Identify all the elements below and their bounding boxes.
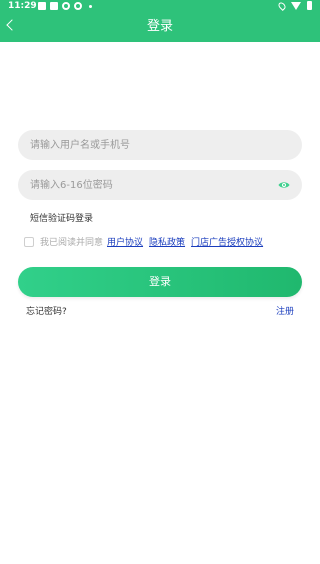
sms-login-link[interactable]: 短信验证码登录 bbox=[30, 211, 93, 224]
username-field[interactable] bbox=[18, 130, 302, 160]
ad-authorization-link[interactable]: 门店广告授权协议 bbox=[191, 235, 263, 248]
battery-icon bbox=[307, 1, 312, 10]
username-input[interactable] bbox=[30, 130, 260, 160]
privacy-policy-link[interactable]: 隐私政策 bbox=[149, 235, 185, 248]
wifi-icon bbox=[291, 1, 301, 10]
password-input[interactable] bbox=[30, 170, 260, 200]
eye-icon[interactable] bbox=[278, 179, 290, 191]
agreement-prefix: 我已阅读并同意 bbox=[40, 238, 104, 248]
register-link[interactable]: 注册 bbox=[276, 304, 294, 317]
status-notification-icons bbox=[38, 2, 92, 10]
dot-icon bbox=[89, 4, 92, 8]
status-system-icons bbox=[277, 0, 312, 11]
page-title: 登录 bbox=[146, 19, 173, 34]
password-field[interactable] bbox=[18, 170, 302, 200]
notification-icon bbox=[50, 2, 58, 10]
agree-checkbox[interactable] bbox=[24, 236, 34, 247]
gear-icon bbox=[74, 2, 82, 10]
user-agreement-link[interactable]: 用户协议 bbox=[107, 235, 143, 248]
location-icon bbox=[277, 0, 287, 11]
status-bar: 11:29 bbox=[0, 0, 320, 12]
login-button[interactable]: 登录 bbox=[18, 267, 302, 297]
forgot-password-link[interactable]: 忘记密码? bbox=[26, 304, 67, 317]
gear-icon bbox=[62, 2, 70, 10]
agreement-row: 我已阅读并同意 用户协议 隐私政策 门店广告授权协议 bbox=[24, 235, 263, 248]
app-header: 登录 bbox=[0, 12, 320, 42]
notification-icon bbox=[38, 2, 46, 10]
status-time: 11:29 bbox=[8, 1, 37, 11]
